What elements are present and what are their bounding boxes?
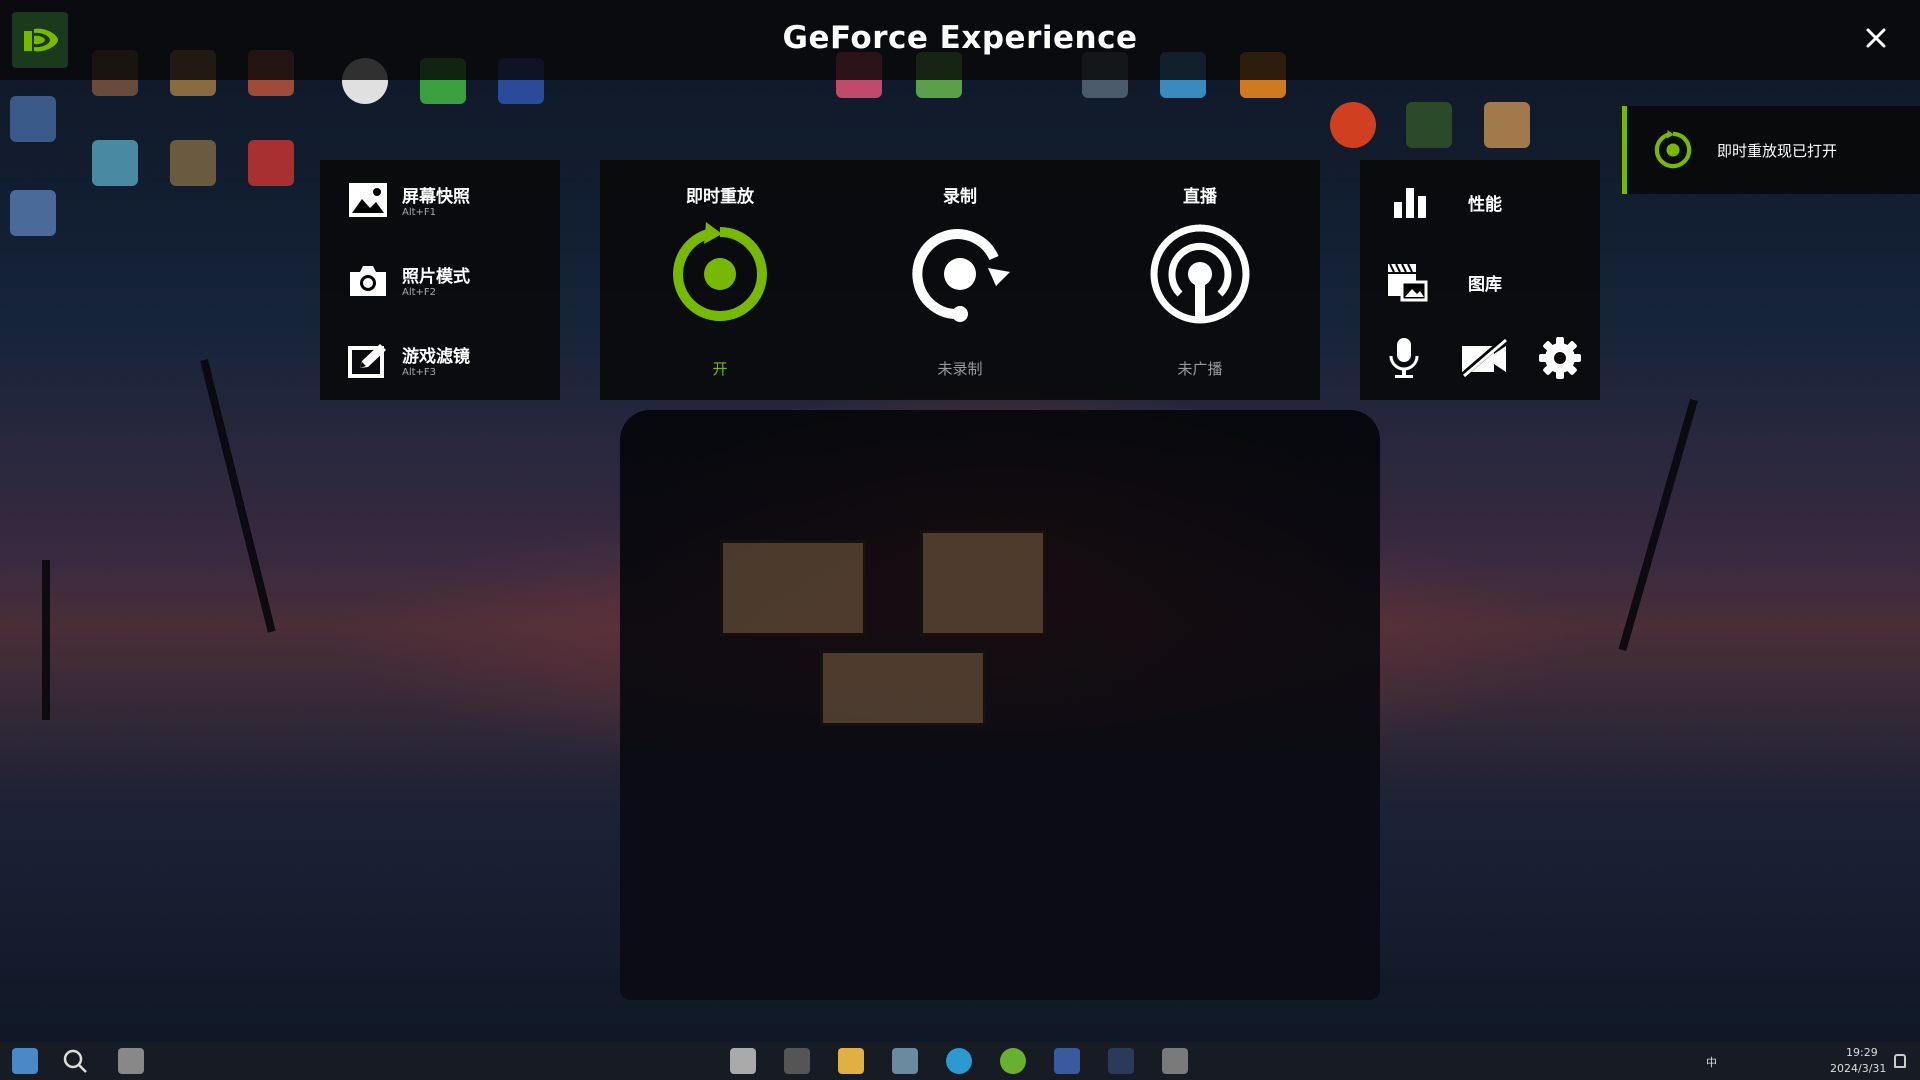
notification-message: 即时重放现已打开 (1717, 142, 1838, 160)
broadcast-status: 未广播 (1177, 360, 1223, 378)
photo-mode-label: 照片模式 (402, 267, 470, 287)
clock-date[interactable]: 2024/3/31 (1830, 1062, 1886, 1075)
record-button[interactable]: 录制 未录制 (840, 160, 1080, 400)
filter-edit-icon (348, 342, 388, 378)
background-lit-window (820, 650, 986, 726)
file-explorer-icon[interactable] (838, 1048, 864, 1074)
screenshot-label: 屏幕快照 (402, 187, 470, 207)
camera-icon (348, 262, 388, 298)
instant-replay-icon (668, 222, 772, 326)
edge-browser-icon[interactable] (946, 1048, 972, 1074)
steam-icon[interactable] (1108, 1048, 1134, 1074)
app-taskbar-icon[interactable] (784, 1048, 810, 1074)
performance-chart-icon (1392, 184, 1428, 224)
record-icon (908, 222, 1012, 326)
background-utility-pole (200, 359, 276, 633)
app-taskbar-icon[interactable] (730, 1048, 756, 1074)
app-taskbar-icon[interactable] (1054, 1048, 1080, 1074)
broadcast-button[interactable]: 直播 未广播 (1080, 160, 1320, 400)
capture-modes-panel: 即时重放 开 录制 未录制 直播 未广播 (600, 160, 1320, 400)
performance-label: 性能 (1468, 195, 1502, 215)
gallery-button[interactable]: 图库 (1386, 258, 1586, 306)
windows-taskbar: 中 19:29 2024/3/31 (0, 1042, 1920, 1080)
performance-button[interactable]: 性能 (1386, 180, 1586, 228)
gallery-icon (1386, 260, 1428, 306)
overlay-top-bar: GeForce Experience (0, 0, 1920, 80)
camera-off-icon[interactable] (1460, 337, 1508, 379)
desktop-shortcut-icon[interactable] (92, 140, 138, 186)
instant-replay-button[interactable]: 即时重放 开 (600, 160, 840, 400)
desktop-shortcut-icon[interactable] (10, 190, 56, 236)
search-icon[interactable] (62, 1048, 88, 1074)
app-taskbar-icon[interactable] (892, 1048, 918, 1074)
instant-replay-label: 即时重放 (686, 187, 754, 207)
game-filter-label: 游戏滤镜 (402, 347, 470, 367)
instant-replay-icon (1653, 130, 1693, 174)
close-icon[interactable] (1858, 20, 1894, 56)
app-taskbar-icon[interactable] (1000, 1048, 1026, 1074)
instant-replay-status: 开 (712, 360, 728, 378)
background-lit-window (920, 530, 1046, 636)
app-title: GeForce Experience (782, 20, 1138, 56)
image-icon (348, 182, 388, 218)
gear-icon[interactable] (1538, 336, 1582, 380)
task-view-icon[interactable] (118, 1048, 144, 1074)
desktop-shortcut-icon[interactable] (1330, 102, 1376, 148)
gallery-label: 图库 (1468, 275, 1502, 295)
desktop-shortcut-icon[interactable] (1484, 102, 1530, 148)
clock-time[interactable]: 19:29 (1846, 1046, 1878, 1059)
broadcast-label: 直播 (1183, 187, 1217, 207)
instant-replay-notification: 即时重放现已打开 (1622, 106, 1920, 194)
screenshot-shortcut: Alt+F1 (402, 207, 437, 218)
start-icon[interactable] (12, 1048, 38, 1074)
desktop-shortcut-icon[interactable] (10, 96, 56, 142)
game-filter-shortcut: Alt+F3 (402, 367, 437, 378)
background-house-silhouette (620, 410, 1380, 1000)
background-utility-pole (42, 560, 50, 720)
photo-mode-shortcut: Alt+F2 (402, 287, 437, 298)
record-label: 录制 (943, 187, 977, 207)
broadcast-icon (1148, 222, 1252, 326)
microphone-icon[interactable] (1384, 336, 1424, 380)
photo-mode-button[interactable]: 照片模式 Alt+F2 (320, 240, 560, 320)
desktop-shortcut-icon[interactable] (1406, 102, 1452, 148)
background-utility-pole (1618, 398, 1698, 652)
notification-icon[interactable] (1894, 1054, 1906, 1068)
record-status: 未录制 (937, 360, 983, 378)
screenshot-button[interactable]: 屏幕快照 Alt+F1 (320, 160, 560, 240)
settings-taskbar-icon[interactable] (1162, 1048, 1188, 1074)
background-lit-window (720, 540, 866, 636)
desktop-shortcut-icon[interactable] (170, 140, 216, 186)
capture-tools-panel: 屏幕快照 Alt+F1 照片模式 Alt+F2 游戏滤镜 Alt+F3 (320, 160, 560, 400)
desktop-shortcut-icon[interactable] (248, 140, 294, 186)
game-filter-button[interactable]: 游戏滤镜 Alt+F3 (320, 320, 560, 400)
input-method-indicator[interactable]: 中 (1706, 1054, 1717, 1070)
tools-panel: 性能 图库 (1360, 160, 1600, 400)
